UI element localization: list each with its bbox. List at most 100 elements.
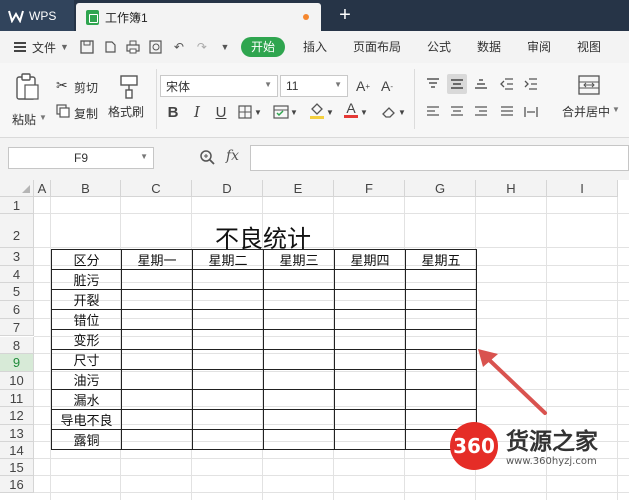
select-all-corner[interactable] <box>0 180 34 197</box>
print-preview-icon[interactable] <box>148 39 164 55</box>
column-header-f[interactable]: F <box>334 180 405 197</box>
value-cell[interactable] <box>192 289 264 310</box>
value-cell[interactable] <box>192 389 264 410</box>
customize-toolbar-icon[interactable]: ▼ <box>217 39 233 55</box>
value-cell[interactable] <box>405 349 477 370</box>
format-painter-button[interactable]: 格式刷 <box>108 73 150 129</box>
cut-button[interactable]: ✂ 剪切 <box>56 77 106 97</box>
value-cell[interactable] <box>334 309 406 330</box>
category-cell[interactable]: 尺寸 <box>51 349 122 370</box>
value-cell[interactable] <box>334 349 406 370</box>
print-icon[interactable] <box>125 39 141 55</box>
name-box[interactable]: F9 ▼ <box>8 147 154 169</box>
value-cell[interactable] <box>405 289 477 310</box>
align-center-icon[interactable] <box>448 103 466 121</box>
formula-input[interactable] <box>250 145 629 171</box>
paste-button[interactable]: 粘贴 ▼ <box>8 73 48 129</box>
row-header-16[interactable]: 16 <box>0 476 34 493</box>
value-cell[interactable] <box>263 329 335 350</box>
row-header-4[interactable]: 4 <box>0 265 34 284</box>
value-cell[interactable] <box>334 289 406 310</box>
value-cell[interactable] <box>192 409 264 430</box>
row-header-12[interactable]: 12 <box>0 407 34 425</box>
font-size-select[interactable]: 11 ▼ <box>280 75 348 97</box>
row-header-9[interactable]: 9 <box>0 354 34 372</box>
value-cell[interactable] <box>121 309 193 330</box>
justify-icon[interactable] <box>498 103 516 121</box>
header-cell[interactable]: 星期一 <box>121 249 193 270</box>
value-cell[interactable] <box>121 369 193 390</box>
increase-indent-icon[interactable] <box>522 75 540 93</box>
row-header-1[interactable]: 1 <box>0 197 34 214</box>
value-cell[interactable] <box>405 269 477 290</box>
value-cell[interactable] <box>121 269 193 290</box>
value-cell[interactable] <box>334 429 406 450</box>
decrease-indent-icon[interactable] <box>498 75 516 93</box>
value-cell[interactable] <box>405 309 477 330</box>
merge-center-button[interactable]: 合并居中 ▼ <box>560 73 620 129</box>
distribute-icon[interactable] <box>522 103 540 121</box>
row-header-15[interactable]: 15 <box>0 459 34 476</box>
align-right-icon[interactable] <box>472 103 490 121</box>
font-color-icon[interactable]: A <box>342 101 360 119</box>
row-header-8[interactable]: 8 <box>0 336 34 355</box>
tab-review[interactable]: 审阅 <box>514 37 564 57</box>
column-header-e[interactable]: E <box>263 180 334 197</box>
header-cell[interactable]: 星期三 <box>263 249 335 270</box>
value-cell[interactable] <box>405 389 477 410</box>
value-cell[interactable] <box>334 389 406 410</box>
value-cell[interactable] <box>263 289 335 310</box>
value-cell[interactable] <box>263 269 335 290</box>
value-cell[interactable] <box>263 309 335 330</box>
category-cell[interactable]: 变形 <box>51 329 122 350</box>
tab-page-layout[interactable]: 页面布局 <box>340 37 414 57</box>
row-header-7[interactable]: 7 <box>0 318 34 337</box>
header-cell[interactable]: 区分 <box>51 249 122 270</box>
tab-view[interactable]: 视图 <box>564 37 614 57</box>
value-cell[interactable] <box>121 389 193 410</box>
align-bottom-icon[interactable] <box>472 75 490 93</box>
value-cell[interactable] <box>263 409 335 430</box>
tab-formulas[interactable]: 公式 <box>414 37 464 57</box>
category-cell[interactable]: 油污 <box>51 369 122 390</box>
chevron-down-icon[interactable]: ▼ <box>254 103 262 121</box>
clear-format-icon[interactable] <box>380 103 398 121</box>
align-middle-icon[interactable] <box>447 74 467 94</box>
chevron-down-icon[interactable]: ▼ <box>398 103 406 121</box>
column-header-b[interactable]: B <box>51 180 121 197</box>
value-cell[interactable] <box>121 349 193 370</box>
column-header-h[interactable]: H <box>476 180 547 197</box>
category-cell[interactable]: 露铜 <box>51 429 122 450</box>
wps-home-tab[interactable]: WPS <box>0 0 74 31</box>
value-cell[interactable] <box>263 429 335 450</box>
category-cell[interactable]: 漏水 <box>51 389 122 410</box>
value-cell[interactable] <box>121 289 193 310</box>
row-header-14[interactable]: 14 <box>0 442 34 459</box>
value-cell[interactable] <box>192 329 264 350</box>
increase-font-size-icon[interactable]: A + <box>354 77 372 95</box>
value-cell[interactable] <box>121 429 193 450</box>
category-cell[interactable]: 开裂 <box>51 289 122 310</box>
column-header-c[interactable]: C <box>121 180 192 197</box>
category-cell[interactable]: 脏污 <box>51 269 122 290</box>
align-left-icon[interactable] <box>424 103 442 121</box>
column-header-i[interactable]: I <box>547 180 618 197</box>
value-cell[interactable] <box>192 309 264 330</box>
value-cell[interactable] <box>263 389 335 410</box>
category-cell[interactable]: 错位 <box>51 309 122 330</box>
tab-data[interactable]: 数据 <box>464 37 514 57</box>
align-top-icon[interactable] <box>424 75 442 93</box>
value-cell[interactable] <box>334 269 406 290</box>
save-icon[interactable] <box>79 39 95 55</box>
value-cell[interactable] <box>334 329 406 350</box>
value-cell[interactable] <box>121 329 193 350</box>
bold-button[interactable]: B <box>164 103 182 121</box>
tab-home[interactable]: 开始 <box>240 37 285 57</box>
value-cell[interactable] <box>192 429 264 450</box>
header-cell[interactable]: 星期四 <box>334 249 406 270</box>
header-cell[interactable]: 星期二 <box>192 249 264 270</box>
chevron-down-icon[interactable]: ▼ <box>326 103 334 121</box>
chevron-down-icon[interactable]: ▼ <box>360 103 368 121</box>
value-cell[interactable] <box>405 329 477 350</box>
row-header-13[interactable]: 13 <box>0 425 34 442</box>
